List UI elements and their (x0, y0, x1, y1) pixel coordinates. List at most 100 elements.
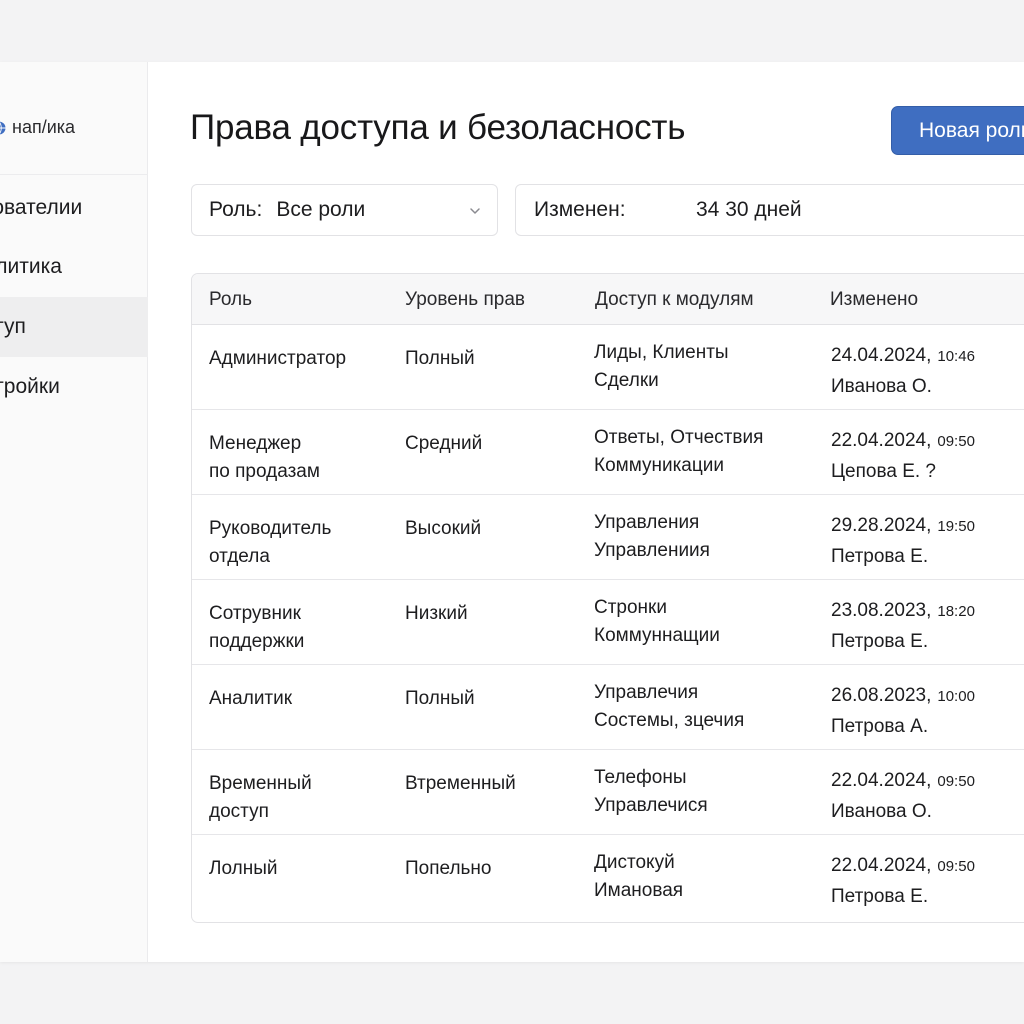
changed-time: 19:50 (937, 518, 975, 535)
changed-author: Цепова Е. ? (831, 461, 937, 482)
changed-filter-value: 34 30 дней (696, 198, 802, 221)
table-row[interactable]: Временный доступ Втременный Телефоны Упр… (192, 750, 1024, 835)
table-row[interactable]: Администратор Полный Лиды, Клиенты Сделк… (192, 325, 1024, 410)
role-name: Аналитик (209, 688, 293, 709)
modules-line: Управлечися (594, 795, 708, 816)
sidebar-item-users[interactable]: ьзователии (0, 178, 148, 238)
role-name-line2: отдела (209, 546, 270, 567)
globe-icon (0, 121, 6, 134)
changed-author: Иванова О. (831, 801, 932, 822)
column-header-level[interactable]: Уровень прав (405, 289, 525, 311)
changed-cell: 22.04.2024, 09:50 Петрова Е. (831, 851, 975, 912)
role-name: Руководитель (209, 518, 332, 539)
role-cell: Лолный (209, 855, 277, 883)
role-cell: Сотрувник поддержки (209, 600, 304, 656)
role-name: Лолный (209, 858, 278, 879)
modules-cell: Стронки Коммуннащии (594, 594, 720, 650)
role-name: Временный (209, 773, 312, 794)
changed-time: 09:50 (937, 433, 975, 450)
modules-line: Дистокуй (594, 852, 675, 873)
modules-line: Телефоны (594, 767, 687, 788)
changed-date: 26.08.2023, (831, 685, 932, 706)
sidebar-item-label: оступ (0, 315, 26, 338)
sidebar-item-settings[interactable]: астройки (0, 357, 148, 417)
changed-filter-label: Изменен: (534, 198, 626, 221)
changed-date: 22.04.2024, (831, 430, 932, 451)
sidebar-item-label: налитика (0, 255, 62, 278)
sidebar-item-label: астройки (0, 375, 60, 398)
column-header-modules[interactable]: Доступ к модулям (595, 289, 754, 311)
role-filter-label: Роль: (209, 198, 263, 221)
brand[interactable]: нап/ика (0, 117, 75, 138)
table-row[interactable]: Менеджер по продазам Средний Ответы, Отч… (192, 410, 1024, 495)
changed-date: 29.28.2024, (831, 515, 932, 536)
changed-filter[interactable]: Изменен: 34 30 дней (515, 184, 1024, 236)
table-row[interactable]: Аналитик Полный Управлечия Состемы, зцеч… (192, 665, 1024, 750)
column-header-changed[interactable]: Изменено (830, 289, 918, 311)
level-cell: Попельно (405, 858, 492, 879)
modules-line: Управлениия (594, 540, 710, 561)
changed-date: 22.04.2024, (831, 855, 932, 876)
roles-table: Роль Уровень прав Доступ к модулям Измен… (191, 273, 1024, 923)
main-content: Права доступа и безоласность Новая роль … (148, 62, 1024, 962)
changed-author: Петрова Е. (831, 546, 929, 567)
role-filter-select[interactable]: Роль: Все роли (191, 184, 498, 236)
role-name-line2: поддержки (209, 631, 305, 652)
modules-line: Ответы, Отчествия (594, 427, 764, 448)
changed-cell: 22.04.2024, 09:50 Цепова Е. ? (831, 426, 975, 487)
modules-line: Стронки (594, 597, 667, 618)
changed-cell: 24.04.2024, 10:46 Иванова О. (831, 341, 975, 402)
role-name: Менеджер (209, 433, 302, 454)
level-cell: Высокий (405, 518, 482, 539)
changed-date: 24.04.2024, (831, 345, 932, 366)
changed-cell: 23.08.2023, 18:20 Петрова Е. (831, 596, 975, 657)
modules-cell: Телефоны Управлечися (594, 764, 708, 820)
column-header-role[interactable]: Роль (209, 289, 252, 311)
new-role-button[interactable]: Новая роль (891, 106, 1024, 155)
role-filter-value: Все роли (276, 198, 366, 221)
chevron-down-icon (470, 208, 480, 214)
level-cell: Средний (405, 433, 483, 454)
sidebar-item-analytics[interactable]: налитика (0, 237, 148, 297)
changed-author: Петрова Е. (831, 886, 929, 907)
sidebar-item-access[interactable]: оступ (0, 297, 148, 357)
table-header: Роль Уровень прав Доступ к модулям Измен… (192, 274, 1024, 325)
changed-time: 09:50 (937, 773, 975, 790)
app-window: нап/ика ьзователии налитика оступ астрой… (0, 62, 1024, 962)
level-cell: Втременный (405, 773, 516, 794)
modules-line: Лиды, Клиенты (594, 342, 729, 363)
page-title: Права доступа и безоласность (190, 108, 686, 147)
sidebar-divider (0, 174, 148, 175)
changed-author: Петрова А. (831, 716, 929, 737)
modules-line: Состемы, зцечия (594, 710, 745, 731)
modules-line: Управления (594, 512, 700, 533)
modules-line: Коммуникации (594, 455, 724, 476)
modules-cell: Лиды, Клиенты Сделки (594, 339, 729, 395)
modules-line: Сделки (594, 370, 659, 391)
role-name-line2: по продазам (209, 461, 320, 482)
sidebar-item-label: ьзователии (0, 196, 83, 219)
changed-author: Иванова О. (831, 376, 932, 397)
modules-line: Имановая (594, 880, 684, 901)
changed-time: 18:20 (937, 603, 975, 620)
changed-cell: 26.08.2023, 10:00 Петрова А. (831, 681, 975, 742)
level-cell: Низкий (405, 603, 468, 624)
changed-author: Петрова Е. (831, 631, 929, 652)
table-row[interactable]: Сотрувник поддержки Низкий Стронки Комму… (192, 580, 1024, 665)
changed-cell: 29.28.2024, 19:50 Петрова Е. (831, 511, 975, 572)
table-row[interactable]: Руководитель отдела Высокий Управления У… (192, 495, 1024, 580)
modules-line: Коммуннащии (594, 625, 720, 646)
role-cell: Руководитель отдела (209, 515, 331, 571)
role-cell: Временный доступ (209, 770, 312, 826)
modules-line: Управлечия (594, 682, 699, 703)
modules-cell: Дистокуй Имановая (594, 849, 683, 905)
level-cell: Полный (405, 348, 475, 369)
modules-cell: Управлечия Состемы, зцечия (594, 679, 744, 735)
brand-name: нап/ика (12, 117, 76, 137)
modules-cell: Ответы, Отчествия Коммуникации (594, 424, 763, 480)
table-row[interactable]: Лолный Попельно Дистокуй Имановая 22.04.… (192, 835, 1024, 920)
role-name-line2: доступ (209, 801, 269, 822)
changed-date: 23.08.2023, (831, 600, 932, 621)
role-cell: Администратор (209, 345, 346, 373)
changed-time: 09:50 (937, 858, 975, 875)
